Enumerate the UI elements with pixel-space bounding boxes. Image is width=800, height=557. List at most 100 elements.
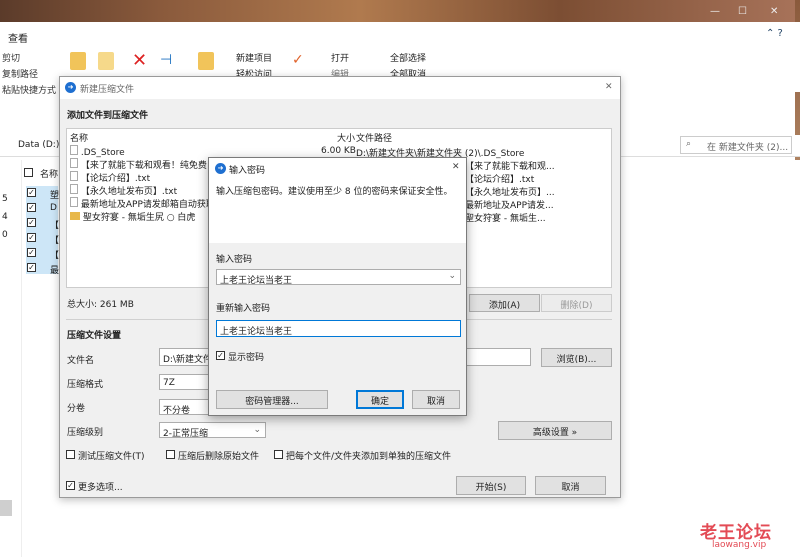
row-checkbox[interactable]: ✓	[27, 248, 36, 257]
file-icon	[70, 171, 78, 181]
nav-number: 4	[2, 212, 8, 222]
add-button[interactable]: 添加(A)	[469, 294, 540, 312]
explorer-content	[620, 160, 800, 557]
row-checkbox[interactable]: ✓	[27, 233, 36, 242]
password-title: 输入密码	[229, 166, 266, 176]
enter-password-label: 输入密码	[216, 255, 253, 265]
settings-heading: 压缩文件设置	[67, 331, 122, 341]
window-titlebar	[0, 0, 800, 22]
app-logo-icon: ➜	[65, 82, 76, 93]
row-name[interactable]: 【	[50, 248, 59, 261]
delete-button[interactable]: 删除(D)	[541, 294, 612, 312]
dialog-close-icon[interactable]: ✕	[605, 82, 613, 92]
paste-shortcut-command[interactable]: 粘贴快捷方式	[2, 83, 56, 96]
advanced-settings-button[interactable]: 高级设置 »	[498, 421, 612, 440]
password-manager-button[interactable]: 密码管理器...	[216, 390, 328, 409]
chevron-down-icon: ⌄	[253, 425, 261, 435]
row-name[interactable]: 【	[50, 218, 59, 231]
level-label: 压缩级别	[67, 428, 104, 438]
file-icon	[70, 145, 78, 155]
file-size: 6.00 KB	[321, 146, 356, 156]
total-size: 总大小: 261 MB	[67, 300, 134, 310]
password-dialog: ➜ 输入密码 ✕ 输入压缩包密码。建议使用至少 8 位的密码来保证安全性。 输入…	[208, 157, 467, 416]
split-select[interactable]: 不分卷	[159, 399, 209, 416]
delete-after-label: 压缩后删除原始文件	[178, 452, 260, 462]
new-item-button[interactable]: 新建项目	[236, 51, 272, 64]
format-label: 压缩格式	[67, 380, 104, 390]
file-row[interactable]: .DS_Store	[70, 145, 125, 158]
test-archive-checkbox[interactable]	[66, 450, 75, 459]
file-path: 【永久地址发布页】...	[465, 188, 555, 198]
watermark-url: laowang.vip	[712, 540, 767, 550]
row-name[interactable]: 最	[50, 263, 59, 276]
file-path: 最新地址及APP请发...	[465, 201, 554, 211]
maximize-icon[interactable]: ☐	[738, 6, 747, 17]
delete-icon[interactable]: ✕	[132, 50, 147, 71]
row-checkbox[interactable]: ✓	[27, 263, 36, 272]
file-name: 聖女狩宴 - 無垢生尻 ○ 白虎	[82, 213, 196, 223]
filename-label: 文件名	[67, 356, 95, 366]
folder-row[interactable]: 聖女狩宴 - 無垢生尻 ○ 白虎	[70, 210, 210, 223]
select-all-button[interactable]: 全部选择	[390, 51, 426, 64]
cut-command[interactable]: 剪切	[2, 51, 20, 64]
cancel-button[interactable]: 取消	[535, 476, 606, 495]
tab-view[interactable]: 查看	[8, 30, 28, 45]
move-to-icon[interactable]	[70, 52, 86, 70]
format-select[interactable]: 7Z	[159, 374, 209, 390]
col-path-header[interactable]: 文件路径	[356, 131, 392, 144]
minimize-icon[interactable]: —	[710, 6, 720, 17]
reenter-password-label: 重新输入密码	[216, 304, 271, 314]
file-row[interactable]: 【永久地址发布页】.txt	[70, 184, 177, 197]
row-checkbox[interactable]: ✓	[27, 188, 36, 197]
password-cancel-button[interactable]: 取消	[412, 390, 460, 409]
test-archive-label: 测试压缩文件(T)	[78, 452, 145, 462]
file-row[interactable]: 【论坛介绍】.txt	[70, 171, 150, 184]
row-checkbox[interactable]: ✓	[27, 203, 36, 212]
browse-button[interactable]: 浏览(B)...	[541, 348, 612, 367]
file-icon	[70, 184, 78, 194]
level-select[interactable]: 2-正常压缩 ⌄	[159, 422, 266, 439]
row-checkbox[interactable]: ✓	[27, 218, 36, 227]
row-name[interactable]: 塑	[50, 188, 59, 201]
col-size-header[interactable]: 大小	[337, 131, 355, 144]
password-close-icon[interactable]: ✕	[452, 162, 460, 172]
dialog-titlebar: 新建压缩文件	[60, 77, 620, 99]
password-description: 输入压缩包密码。建议使用至少 8 位的密码来保证安全性。	[216, 187, 453, 197]
show-password-checkbox[interactable]: ✓	[216, 351, 225, 360]
start-button[interactable]: 开始(S)	[456, 476, 526, 495]
more-options-label: 更多选项...	[78, 483, 123, 493]
file-name: .DS_Store	[80, 148, 125, 158]
file-name: 【永久地址发布页】.txt	[80, 187, 178, 197]
file-path: 【论坛介绍】.txt	[465, 175, 535, 185]
copy-to-icon[interactable]	[98, 52, 114, 70]
scroll-thumb[interactable]	[0, 500, 12, 516]
nav-number: 5	[2, 194, 8, 204]
open-button[interactable]: 打开	[331, 51, 349, 64]
address-path[interactable]: Data (D:)	[18, 140, 59, 150]
chevron-down-icon: ⌄	[448, 271, 456, 281]
app-logo-icon: ➜	[215, 163, 226, 174]
rename-icon[interactable]: ⊣	[160, 52, 172, 68]
add-files-heading: 添加文件到压缩文件	[67, 111, 149, 121]
more-options-checkbox[interactable]: ✓	[66, 481, 75, 490]
file-row[interactable]: 【来了就能下载和观看！纯免费！	[70, 158, 210, 171]
name-column-header[interactable]: 名称	[40, 167, 58, 180]
col-name-header[interactable]: 名称	[70, 131, 88, 144]
enter-password-input[interactable]: 上老王论坛当老王 ⌄	[216, 269, 461, 286]
delete-after-checkbox[interactable]	[166, 450, 175, 459]
row-name[interactable]: 【	[50, 233, 59, 246]
split-label: 分卷	[67, 404, 86, 414]
search-input[interactable]: 在 新建文件夹 (2)...	[680, 136, 792, 154]
select-all-checkbox[interactable]	[24, 168, 33, 177]
close-icon[interactable]: ✕	[770, 6, 778, 17]
file-name: 【论坛介绍】.txt	[80, 174, 151, 184]
row-name[interactable]: D	[50, 203, 57, 213]
ok-button[interactable]: 确定	[356, 390, 404, 409]
chevron-up-icon[interactable]: ⌃ ?	[766, 28, 783, 39]
reenter-password-input[interactable]: 上老王论坛当老王	[216, 320, 461, 337]
file-row[interactable]: 最新地址及APP请发邮箱自动获取	[70, 197, 210, 210]
copy-path-command[interactable]: 复制路径	[2, 67, 38, 80]
new-folder-icon[interactable]	[198, 52, 214, 70]
properties-icon[interactable]: ✓	[292, 52, 304, 68]
separate-archives-checkbox[interactable]	[274, 450, 283, 459]
